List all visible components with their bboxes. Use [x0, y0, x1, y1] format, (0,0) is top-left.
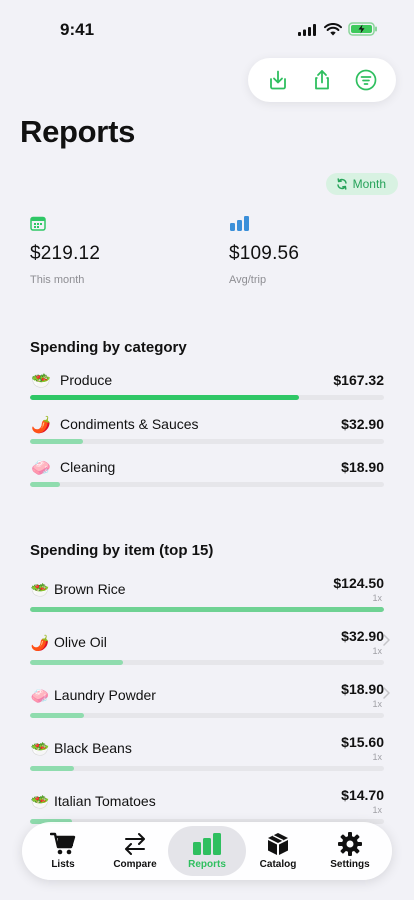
tab-reports[interactable]: Reports — [168, 826, 246, 876]
category-name: Condiments & Sauces — [60, 416, 199, 432]
toolbar — [248, 58, 396, 102]
stat-avg-trip: $109.56 Avg/trip — [229, 216, 299, 286]
bar-chart-icon — [229, 216, 251, 235]
tab-label: Settings — [330, 859, 370, 870]
tab-bar: Lists Compare Reports Catalog Settings — [22, 822, 392, 880]
status-bar: 9:41 — [0, 0, 414, 56]
item-amount: $32.90 — [341, 628, 384, 644]
category-amount: $18.90 — [341, 459, 384, 475]
chevron-right-icon — [383, 633, 390, 651]
category-emoji-icon: 🥗 — [31, 373, 51, 390]
wifi-icon — [324, 22, 342, 41]
arrows-icon — [123, 830, 147, 858]
bar-chart-icon — [192, 830, 222, 858]
category-emoji-icon: 🧼 — [31, 460, 51, 477]
category-name: Produce — [60, 372, 113, 388]
summary-stats: $219.12 This month $109.56 Avg/trip — [30, 216, 390, 296]
item-name: Olive Oil — [54, 634, 107, 650]
item-emoji-icon: 🥗 — [30, 582, 50, 599]
item-row[interactable]: 🥗 Black Beans $15.60 1x — [30, 734, 384, 780]
category-emoji-icon: 🌶️ — [31, 417, 51, 434]
tab-compare[interactable]: Compare — [96, 826, 174, 876]
chevron-right-icon — [383, 686, 390, 704]
item-bar-track — [30, 713, 384, 718]
item-bar-fill — [30, 766, 75, 771]
period-toggle[interactable]: Month — [325, 173, 398, 195]
item-count: 1x — [372, 593, 382, 603]
item-row[interactable]: 🥗 Brown Rice $124.50 1x — [30, 575, 384, 621]
filter-button[interactable] — [351, 65, 381, 95]
import-button[interactable] — [263, 65, 293, 95]
share-button[interactable] — [307, 65, 337, 95]
share-icon — [315, 70, 329, 90]
item-bar-track — [30, 766, 384, 771]
box-icon — [266, 830, 290, 858]
category-amount: $32.90 — [341, 416, 384, 432]
period-label: Month — [352, 177, 386, 191]
item-section-title: Spending by item (top 15) — [30, 542, 214, 559]
item-emoji-icon: 🥗 — [30, 741, 50, 758]
category-row: 🌶️ Condiments & Sauces $32.90 — [30, 415, 384, 445]
category-bar-fill — [30, 439, 84, 444]
item-bar-fill — [30, 607, 384, 612]
item-row[interactable]: 🧼 Laundry Powder $18.90 1x — [30, 681, 390, 727]
item-bar-track — [30, 607, 384, 612]
category-amount: $167.32 — [333, 372, 384, 388]
item-amount: $14.70 — [341, 787, 384, 803]
item-bar-fill — [30, 713, 84, 718]
filter-icon — [355, 69, 377, 91]
category-bar-fill — [30, 482, 61, 487]
download-tray-icon — [270, 70, 286, 90]
tab-label: Lists — [51, 859, 75, 870]
item-emoji-icon: 🥗 — [30, 794, 50, 811]
tab-label: Catalog — [259, 859, 297, 870]
item-amount: $18.90 — [341, 681, 384, 697]
item-bar-track — [30, 660, 384, 665]
calendar-icon — [30, 216, 46, 235]
category-bar-track — [30, 482, 384, 487]
category-name: Cleaning — [60, 459, 116, 475]
item-emoji-icon: 🌶️ — [30, 635, 50, 652]
item-amount: $124.50 — [333, 575, 384, 591]
category-bar-fill — [30, 395, 300, 400]
category-bar-track — [30, 439, 384, 444]
tab-settings[interactable]: Settings — [311, 826, 389, 876]
page-title: Reports — [20, 114, 136, 149]
category-section-title: Spending by category — [30, 339, 187, 356]
item-count: 1x — [372, 805, 382, 815]
tab-label: Reports — [188, 859, 226, 870]
cart-icon — [50, 830, 76, 858]
stat-value: $219.12 — [30, 243, 101, 264]
item-emoji-icon: 🧼 — [30, 688, 50, 705]
stat-this-month: $219.12 This month — [30, 216, 100, 286]
item-row[interactable]: 🌶️ Olive Oil $32.90 1x — [30, 628, 390, 674]
category-row: 🥗 Produce $167.32 — [30, 371, 384, 401]
signal-icon — [298, 23, 318, 41]
item-count: 1x — [372, 699, 382, 709]
item-count: 1x — [372, 752, 382, 762]
item-amount: $15.60 — [341, 734, 384, 750]
item-bar-fill — [30, 660, 124, 665]
status-time: 9:41 — [60, 20, 95, 39]
item-count: 1x — [372, 646, 382, 656]
item-name: Brown Rice — [54, 581, 126, 597]
item-name: Italian Tomatoes — [54, 793, 156, 809]
category-row: 🧼 Cleaning $18.90 — [30, 458, 384, 488]
item-name: Black Beans — [54, 740, 132, 756]
gear-icon — [337, 830, 363, 858]
refresh-icon — [336, 178, 347, 190]
item-name: Laundry Powder — [54, 687, 156, 703]
battery-charging-icon — [348, 22, 378, 41]
stat-label: Avg/trip — [229, 274, 267, 286]
tab-catalog[interactable]: Catalog — [239, 826, 317, 876]
stat-value: $109.56 — [229, 243, 300, 264]
stat-label: This month — [30, 274, 85, 286]
tab-lists[interactable]: Lists — [24, 826, 102, 876]
tab-label: Compare — [113, 859, 157, 870]
category-bar-track — [30, 395, 384, 400]
